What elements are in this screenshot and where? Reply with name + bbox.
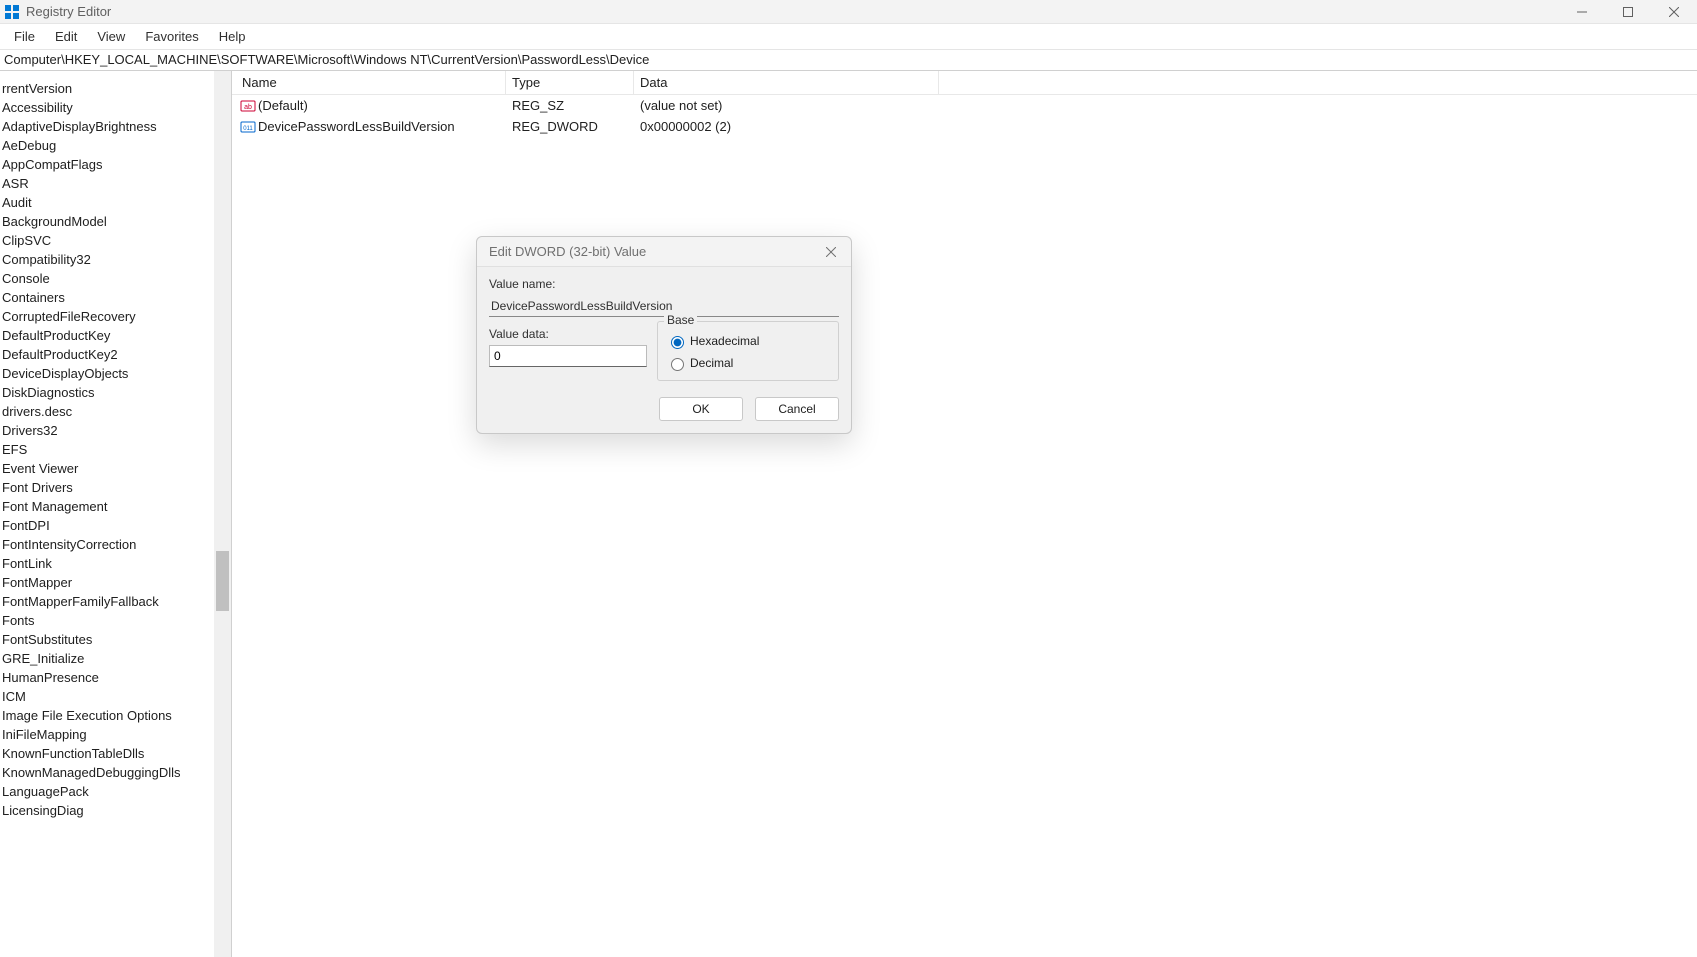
base-legend: Base [664, 313, 697, 327]
menu-help[interactable]: Help [209, 27, 256, 46]
column-name[interactable]: Name [232, 71, 506, 94]
tree-item[interactable]: BackgroundModel [0, 212, 231, 231]
menu-view[interactable]: View [87, 27, 135, 46]
value-data-field[interactable] [489, 345, 647, 367]
radio-hexadecimal[interactable]: Hexadecimal [666, 330, 830, 352]
value-name: DevicePasswordLessBuildVersion [258, 119, 506, 134]
tree-item[interactable]: rrentVersion [0, 79, 231, 98]
tree-item[interactable]: Event Viewer [0, 459, 231, 478]
titlebar: Registry Editor [0, 0, 1697, 24]
values-body: ab (Default)REG_SZ(value not set) 011 Devic… [232, 95, 1697, 137]
window-title: Registry Editor [26, 4, 111, 19]
tree-item[interactable]: EFS [0, 440, 231, 459]
tree-item[interactable]: DefaultProductKey [0, 326, 231, 345]
value-type: REG_SZ [506, 98, 634, 113]
tree-item[interactable]: LanguagePack [0, 782, 231, 801]
tree-item[interactable]: ClipSVC [0, 231, 231, 250]
tree-item[interactable]: Font Management [0, 497, 231, 516]
radio-decimal[interactable]: Decimal [666, 352, 830, 374]
menu-favorites[interactable]: Favorites [135, 27, 208, 46]
menu-edit[interactable]: Edit [45, 27, 87, 46]
tree-item[interactable]: DiskDiagnostics [0, 383, 231, 402]
values-header: Name Type Data [232, 71, 1697, 95]
tree-item[interactable]: Image File Execution Options [0, 706, 231, 725]
tree-item[interactable]: Console [0, 269, 231, 288]
tree-item[interactable]: HumanPresence [0, 668, 231, 687]
value-row[interactable]: ab (Default)REG_SZ(value not set) [232, 95, 1697, 116]
tree-item[interactable]: FontSubstitutes [0, 630, 231, 649]
tree-item[interactable]: Accessibility [0, 98, 231, 117]
close-button[interactable] [1651, 0, 1697, 24]
column-data[interactable]: Data [634, 71, 1697, 94]
tree-pane: rrentVersionAccessibilityAdaptiveDisplay… [0, 71, 232, 957]
radio-decimal-input[interactable] [671, 358, 684, 371]
window-controls [1559, 0, 1697, 23]
edit-dword-dialog: Edit DWORD (32-bit) Value Value name: Va… [476, 236, 852, 434]
tree-item[interactable]: GRE_Initialize [0, 649, 231, 668]
tree-item[interactable]: AppCompatFlags [0, 155, 231, 174]
tree-list: rrentVersionAccessibilityAdaptiveDisplay… [0, 71, 231, 820]
tree-item[interactable]: drivers.desc [0, 402, 231, 421]
tree-item[interactable]: AdaptiveDisplayBrightness [0, 117, 231, 136]
tree-item[interactable]: Drivers32 [0, 421, 231, 440]
tree-item[interactable]: Containers [0, 288, 231, 307]
tree-item[interactable]: Font Drivers [0, 478, 231, 497]
maximize-button[interactable] [1605, 0, 1651, 24]
tree-item[interactable]: KnownManagedDebuggingDlls [0, 763, 231, 782]
tree-item[interactable]: ASR [0, 174, 231, 193]
tree-item[interactable]: ICM [0, 687, 231, 706]
svg-text:011: 011 [243, 126, 253, 132]
value-name: (Default) [258, 98, 506, 113]
reg-sz-icon: ab [240, 98, 256, 114]
base-fieldset: Base Hexadecimal Decimal [657, 321, 839, 381]
tree-scrollbar-thumb[interactable] [216, 551, 229, 611]
tree-item[interactable]: DeviceDisplayObjects [0, 364, 231, 383]
cancel-button[interactable]: Cancel [755, 397, 839, 421]
dialog-close-button[interactable] [811, 237, 851, 267]
tree-item[interactable]: FontLink [0, 554, 231, 573]
tree-item[interactable]: DefaultProductKey2 [0, 345, 231, 364]
value-name-label: Value name: [489, 277, 839, 291]
menu-file[interactable]: File [4, 27, 45, 46]
minimize-button[interactable] [1559, 0, 1605, 24]
dialog-title: Edit DWORD (32-bit) Value [489, 244, 646, 259]
ok-button[interactable]: OK [659, 397, 743, 421]
tree-item[interactable]: Audit [0, 193, 231, 212]
radio-decimal-label: Decimal [690, 356, 733, 370]
column-type[interactable]: Type [506, 71, 634, 94]
tree-item[interactable]: FontMapperFamilyFallback [0, 592, 231, 611]
tree-item[interactable]: CorruptedFileRecovery [0, 307, 231, 326]
main-area: rrentVersionAccessibilityAdaptiveDisplay… [0, 71, 1697, 957]
value-data-label: Value data: [489, 327, 657, 341]
radio-hexadecimal-input[interactable] [671, 336, 684, 349]
tree-item[interactable]: LicensingDiag [0, 801, 231, 820]
address-bar[interactable]: Computer\HKEY_LOCAL_MACHINE\SOFTWARE\Mic… [0, 49, 1697, 71]
registry-editor-icon [4, 4, 20, 20]
tree-item[interactable]: FontDPI [0, 516, 231, 535]
values-pane: Name Type Data ab (Default)REG_SZ(value n… [232, 71, 1697, 957]
tree-item[interactable]: FontIntensityCorrection [0, 535, 231, 554]
dialog-titlebar[interactable]: Edit DWORD (32-bit) Value [477, 237, 851, 267]
tree-item[interactable]: IniFileMapping [0, 725, 231, 744]
tree-item[interactable]: Compatibility32 [0, 250, 231, 269]
svg-text:ab: ab [244, 104, 252, 111]
tree-item[interactable]: AeDebug [0, 136, 231, 155]
reg-dword-icon: 011 [240, 119, 256, 135]
radio-hexadecimal-label: Hexadecimal [690, 334, 759, 348]
value-type: REG_DWORD [506, 119, 634, 134]
dialog-body: Value name: Value data: Base Hexadecimal [477, 267, 851, 433]
tree-scrollbar[interactable] [214, 71, 231, 957]
value-row[interactable]: 011 DevicePasswordLessBuildVersionREG_DWO… [232, 116, 1697, 137]
tree-item[interactable]: Fonts [0, 611, 231, 630]
tree-item[interactable]: FontMapper [0, 573, 231, 592]
tree-item[interactable]: KnownFunctionTableDlls [0, 744, 231, 763]
menubar: File Edit View Favorites Help [0, 24, 1697, 49]
value-data: 0x00000002 (2) [634, 119, 1697, 134]
value-data: (value not set) [634, 98, 1697, 113]
